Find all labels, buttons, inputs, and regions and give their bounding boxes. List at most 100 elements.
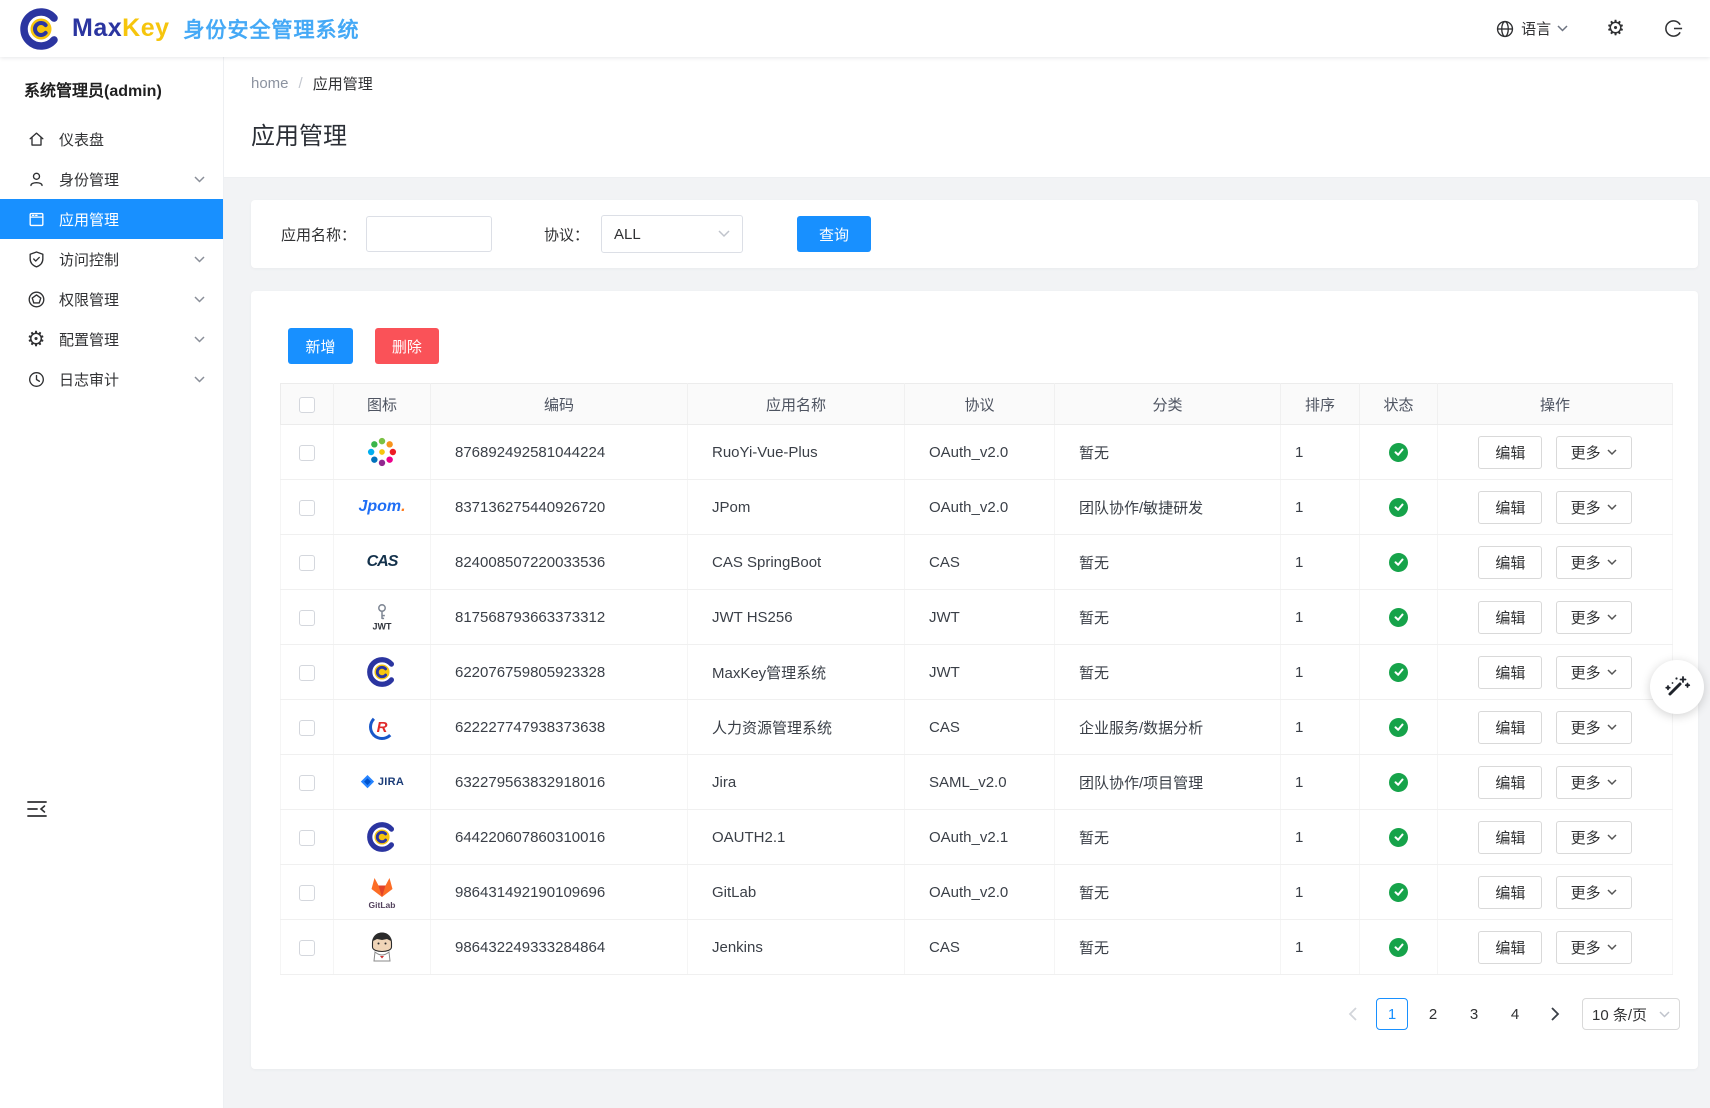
sidebar-item-dashboard[interactable]: 仪表盘	[0, 119, 223, 159]
page-size-select[interactable]: 10 条/页	[1582, 998, 1680, 1030]
magic-wand-fab[interactable]	[1650, 660, 1704, 714]
sidebar-item-clock[interactable]: 日志审计	[0, 359, 223, 399]
prev-page-button[interactable]	[1337, 999, 1367, 1029]
edit-button[interactable]: 编辑	[1478, 821, 1542, 854]
row-checkbox[interactable]	[299, 830, 315, 846]
edit-button[interactable]: 编辑	[1478, 656, 1542, 689]
sidebar-item-gear[interactable]: ⚙配置管理	[0, 319, 223, 359]
edit-button[interactable]: 编辑	[1478, 711, 1542, 744]
sidebar-item-gem[interactable]: 权限管理	[0, 279, 223, 319]
row-checkbox[interactable]	[299, 940, 315, 956]
app-name: Jenkins	[688, 920, 905, 975]
more-button[interactable]: 更多	[1556, 821, 1632, 854]
page-button-4[interactable]: 4	[1499, 998, 1531, 1030]
more-button[interactable]: 更多	[1556, 436, 1632, 469]
magic-wand-icon	[1663, 673, 1691, 701]
app-name: 人力资源管理系统	[688, 700, 905, 755]
app-name: GitLab	[688, 865, 905, 920]
more-button[interactable]: 更多	[1556, 766, 1632, 799]
more-button[interactable]: 更多	[1556, 491, 1632, 524]
app-code: 622076759805923328	[431, 645, 688, 700]
page-button-1[interactable]: 1	[1376, 998, 1408, 1030]
row-checkbox[interactable]	[299, 500, 315, 516]
edit-button[interactable]: 编辑	[1478, 546, 1542, 579]
sidebar: 系统管理员(admin) 仪表盘身份管理应用管理访问控制权限管理⚙配置管理日志审…	[0, 57, 224, 1108]
edit-button[interactable]: 编辑	[1478, 601, 1542, 634]
row-checkbox[interactable]	[299, 720, 315, 736]
app-code: 986432249333284864	[431, 920, 688, 975]
select-all-checkbox[interactable]	[299, 397, 315, 413]
sidebar-item-user[interactable]: 身份管理	[0, 159, 223, 199]
col-status: 状态	[1360, 384, 1438, 425]
edit-button[interactable]: 编辑	[1478, 931, 1542, 964]
app-sort: 1	[1281, 645, 1360, 700]
delete-button[interactable]: 删除	[375, 328, 439, 364]
row-checkbox[interactable]	[299, 555, 315, 571]
row-checkbox[interactable]	[299, 610, 315, 626]
shield-check-icon	[26, 249, 46, 269]
app-category: 暂无	[1055, 535, 1281, 590]
chevron-down-icon	[1607, 669, 1617, 676]
hr-logo: R	[350, 705, 414, 749]
row-checkbox[interactable]	[299, 775, 315, 791]
jenkins-logo	[350, 925, 414, 969]
gitlab-logo: GitLab	[350, 870, 414, 914]
logout-icon	[1663, 18, 1684, 39]
app-name-input[interactable]	[366, 216, 492, 252]
sidebar-item-label: 身份管理	[59, 169, 181, 190]
settings-button[interactable]: ⚙	[1606, 18, 1625, 39]
app-sort: 1	[1281, 920, 1360, 975]
app-protocol: OAuth_v2.0	[905, 865, 1055, 920]
app-category: 团队协作/项目管理	[1055, 755, 1281, 810]
app-sort: 1	[1281, 755, 1360, 810]
language-menu[interactable]: 语言	[1495, 18, 1568, 39]
page-head: home / 应用管理 应用管理	[224, 57, 1710, 178]
breadcrumb-home[interactable]: home	[251, 75, 289, 92]
edit-button[interactable]: 编辑	[1478, 766, 1542, 799]
page-title: 应用管理	[251, 116, 1710, 151]
next-page-button[interactable]	[1540, 999, 1570, 1029]
app-protocol: JWT	[905, 645, 1055, 700]
add-button[interactable]: 新增	[288, 328, 353, 364]
edit-button[interactable]: 编辑	[1478, 436, 1542, 469]
more-button[interactable]: 更多	[1556, 711, 1632, 744]
more-button[interactable]: 更多	[1556, 876, 1632, 909]
search-button[interactable]: 查询	[797, 216, 871, 252]
app-category: 暂无	[1055, 865, 1281, 920]
chevron-down-icon	[194, 256, 205, 263]
menu-fold-icon[interactable]	[26, 799, 48, 822]
page-button-2[interactable]: 2	[1417, 998, 1449, 1030]
app-sort: 1	[1281, 865, 1360, 920]
edit-button[interactable]: 编辑	[1478, 876, 1542, 909]
app-sort: 1	[1281, 700, 1360, 755]
jwt-logo: JWT	[350, 595, 414, 639]
status-enabled-icon	[1389, 663, 1408, 682]
maxkey-logo-icon	[18, 6, 64, 52]
sidebar-item-label: 访问控制	[59, 249, 181, 270]
more-button[interactable]: 更多	[1556, 931, 1632, 964]
more-button[interactable]: 更多	[1556, 546, 1632, 579]
more-button[interactable]: 更多	[1556, 601, 1632, 634]
col-icon: 图标	[334, 384, 431, 425]
app-header: MaxKey 身份安全管理系统 语言 ⚙	[0, 0, 1710, 57]
chevron-down-icon	[1607, 449, 1617, 456]
sidebar-item-label: 日志审计	[59, 369, 181, 390]
protocol-select[interactable]: ALL	[601, 215, 743, 253]
more-button[interactable]: 更多	[1556, 656, 1632, 689]
app-protocol: JWT	[905, 590, 1055, 645]
row-checkbox[interactable]	[299, 665, 315, 681]
logout-button[interactable]	[1663, 18, 1684, 39]
sidebar-item-app-window[interactable]: 应用管理	[0, 199, 223, 239]
jpom-logo: Jpom.	[350, 485, 414, 529]
page-button-3[interactable]: 3	[1458, 998, 1490, 1030]
app-code: 824008507220033536	[431, 535, 688, 590]
row-checkbox[interactable]	[299, 445, 315, 461]
app-code: 622227747938373638	[431, 700, 688, 755]
app-protocol: CAS	[905, 535, 1055, 590]
chevron-down-icon	[1607, 724, 1617, 731]
sidebar-item-shield-check[interactable]: 访问控制	[0, 239, 223, 279]
main-content: home / 应用管理 应用管理 应用名称： 协议： ALL 查询 新增 删除	[224, 57, 1710, 1108]
edit-button[interactable]: 编辑	[1478, 491, 1542, 524]
row-checkbox[interactable]	[299, 885, 315, 901]
app-protocol: OAuth_v2.0	[905, 425, 1055, 480]
